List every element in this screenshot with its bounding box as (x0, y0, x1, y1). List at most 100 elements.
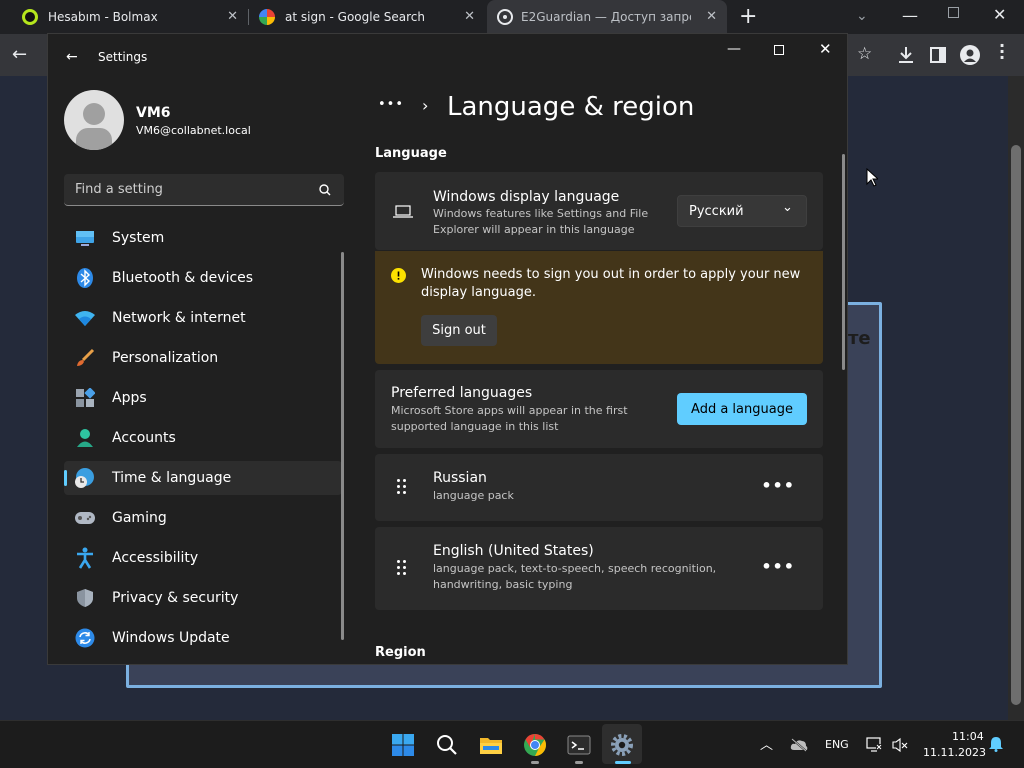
apps-icon (74, 387, 96, 409)
browser-tab-bolmax[interactable]: Hesabım - Bolmax ✕ (10, 0, 248, 34)
browser-tab-e2guardian[interactable]: E2Guardian — Доступ запреще ✕ (487, 0, 727, 34)
back-arrow-icon[interactable]: ← (66, 49, 78, 65)
close-icon[interactable]: ✕ (464, 9, 475, 24)
close-icon[interactable]: ✕ (706, 9, 717, 24)
close-window-icon[interactable]: ✕ (993, 5, 1006, 24)
content-scrollbar[interactable] (842, 154, 845, 370)
maximize-icon[interactable] (774, 45, 784, 55)
sidebar-item-time-language[interactable]: Time & language (64, 461, 342, 495)
sidebar-item-personalization[interactable]: Personalization (64, 341, 342, 375)
new-tab-button[interactable]: + (739, 4, 757, 29)
close-icon[interactable]: ✕ (227, 9, 238, 24)
minimize-icon[interactable]: — (902, 6, 918, 25)
display-language-dropdown[interactable]: Русский ⌄ (677, 195, 807, 227)
windows-logo-icon (392, 734, 414, 756)
side-panel-icon[interactable] (930, 47, 946, 63)
input-language-indicator[interactable]: ENG (825, 738, 849, 751)
bluetooth-icon (74, 267, 96, 289)
sidebar-item-label: Apps (112, 390, 147, 406)
back-icon[interactable]: ← (12, 44, 27, 65)
github-icon (497, 9, 513, 25)
clock-time[interactable]: 11:04 (952, 730, 984, 743)
tab-search-chevron-icon[interactable]: ⌄ (856, 8, 868, 24)
user-email: VM6@collabnet.local (136, 124, 251, 137)
sidebar-item-label: Network & internet (112, 310, 246, 326)
start-button[interactable] (389, 731, 417, 759)
sidebar-item-privacy[interactable]: Privacy & security (64, 581, 342, 615)
search-input[interactable]: Find a setting (64, 174, 344, 206)
sidebar-item-label: Gaming (112, 510, 167, 526)
sidebar-item-network[interactable]: Network & internet (64, 301, 342, 335)
browser-tab-strip: Hesabım - Bolmax ✕ at sign - Google Sear… (0, 0, 1024, 34)
terminal-button[interactable] (565, 731, 593, 759)
search-placeholder: Find a setting (75, 182, 163, 197)
clock-date[interactable]: 11.11.2023 (923, 746, 986, 759)
sidebar-item-accessibility[interactable]: Accessibility (64, 541, 342, 575)
notification-bell-icon[interactable] (989, 736, 1003, 752)
add-language-button[interactable]: Add a language (677, 393, 807, 425)
mouse-cursor-icon (866, 168, 878, 187)
sidebar-item-gaming[interactable]: Gaming (64, 501, 342, 535)
minimize-icon[interactable]: — (727, 41, 741, 57)
warning-infobar: Windows needs to sign you out in order t… (375, 251, 823, 364)
sign-out-button[interactable]: Sign out (421, 315, 497, 346)
sidebar-item-label: Accessibility (112, 550, 199, 566)
more-options-button[interactable]: ••• (761, 476, 795, 495)
network-icon[interactable] (866, 737, 882, 753)
sidebar-item-apps[interactable]: Apps (64, 381, 342, 415)
chrome-button[interactable] (521, 731, 549, 759)
more-options-button[interactable]: ••• (761, 557, 795, 576)
volume-muted-icon[interactable] (892, 737, 908, 753)
bookmark-star-icon[interactable]: ☆ (857, 44, 872, 64)
update-icon (74, 627, 96, 649)
language-name: Russian (433, 470, 487, 486)
search-button[interactable] (433, 731, 461, 759)
sidebar-item-system[interactable]: System (64, 221, 342, 255)
bolmax-icon (22, 9, 38, 25)
section-heading-region: Region (375, 645, 426, 660)
breadcrumb-chevron-icon: › (422, 96, 429, 115)
close-icon[interactable]: ✕ (819, 40, 832, 58)
sidebar-item-label: Time & language (112, 470, 232, 486)
shield-icon (74, 587, 96, 609)
running-indicator (531, 761, 539, 764)
user-name: VM6 (136, 105, 171, 121)
menu-kebab-icon[interactable]: · · · (999, 38, 1005, 66)
language-row-english[interactable]: English (United States) language pack, t… (375, 527, 823, 610)
page-scrollbar-thumb[interactable] (1011, 145, 1021, 705)
onedrive-offline-icon[interactable] (790, 738, 808, 752)
sidebar-scrollbar[interactable] (341, 252, 344, 640)
settings-window: ← Settings — ✕ VM6 VM6@collabnet.local F… (47, 33, 848, 665)
drag-handle-icon[interactable] (397, 560, 409, 578)
file-explorer-button[interactable] (477, 731, 505, 759)
tab-title: E2Guardian — Доступ запреще (521, 10, 691, 24)
preferred-languages-title: Preferred languages (391, 385, 533, 401)
tab-title: at sign - Google Search (285, 10, 425, 24)
section-heading-language: Language (375, 146, 447, 161)
chevron-down-icon: ⌄ (782, 200, 793, 215)
preferred-languages-card: Preferred languages Microsoft Store apps… (375, 370, 823, 448)
folder-icon (480, 738, 502, 754)
language-row-russian[interactable]: Russian language pack ••• (375, 454, 823, 521)
breadcrumb-more[interactable]: ••• (378, 97, 404, 112)
show-hidden-icons-chevron-icon[interactable]: ︿ (760, 734, 773, 753)
profile-icon[interactable] (960, 45, 980, 65)
avatar[interactable] (64, 90, 124, 150)
brush-icon (74, 347, 96, 369)
search-icon (437, 735, 457, 755)
warning-text: Windows needs to sign you out in order t… (421, 267, 801, 300)
language-name: English (United States) (433, 543, 594, 559)
sidebar-item-label: System (112, 230, 165, 246)
drag-handle-icon[interactable] (397, 479, 409, 497)
browser-tab-google[interactable]: at sign - Google Search ✕ (249, 0, 485, 34)
download-icon[interactable] (897, 46, 915, 64)
app-title: Settings (98, 50, 148, 64)
sidebar-item-accounts[interactable]: Accounts (64, 421, 342, 455)
restore-icon[interactable] (948, 7, 959, 18)
settings-taskbar-button[interactable] (608, 731, 636, 759)
accounts-icon (74, 427, 96, 449)
sidebar-item-windows-update[interactable]: Windows Update (64, 621, 342, 655)
language-features: language pack (433, 489, 514, 502)
sidebar-item-bluetooth[interactable]: Bluetooth & devices (64, 261, 342, 295)
terminal-icon (567, 735, 591, 755)
